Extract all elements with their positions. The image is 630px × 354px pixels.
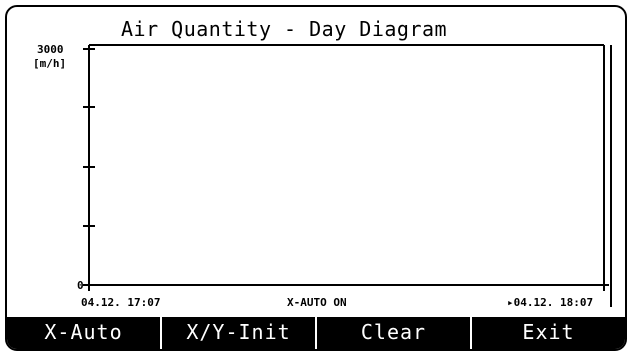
clear-button[interactable]: Clear (317, 317, 472, 349)
x-axis-start-label: 04.12. 17:07 (81, 296, 161, 309)
y-axis-unit-label: [m/h] (33, 57, 67, 70)
exit-button[interactable]: Exit (472, 317, 625, 349)
x-axis-end-label: ▸04.12. 18:07 (507, 296, 594, 309)
softkey-bar: X-Auto X/Y-Init Clear Exit (7, 317, 625, 349)
diagram-title: Air Quantity - Day Diagram (117, 17, 545, 41)
auto-status-label: X-AUTO ON (287, 296, 347, 309)
y-axis-max-label: 3000 (37, 43, 64, 56)
device-screen: Air Quantity - Day Diagram 3000 [m/h] 0 … (5, 5, 627, 351)
x-auto-button[interactable]: X-Auto (7, 317, 162, 349)
y-axis-min-label: 0 (77, 279, 84, 292)
xy-init-button[interactable]: X/Y-Init (162, 317, 317, 349)
